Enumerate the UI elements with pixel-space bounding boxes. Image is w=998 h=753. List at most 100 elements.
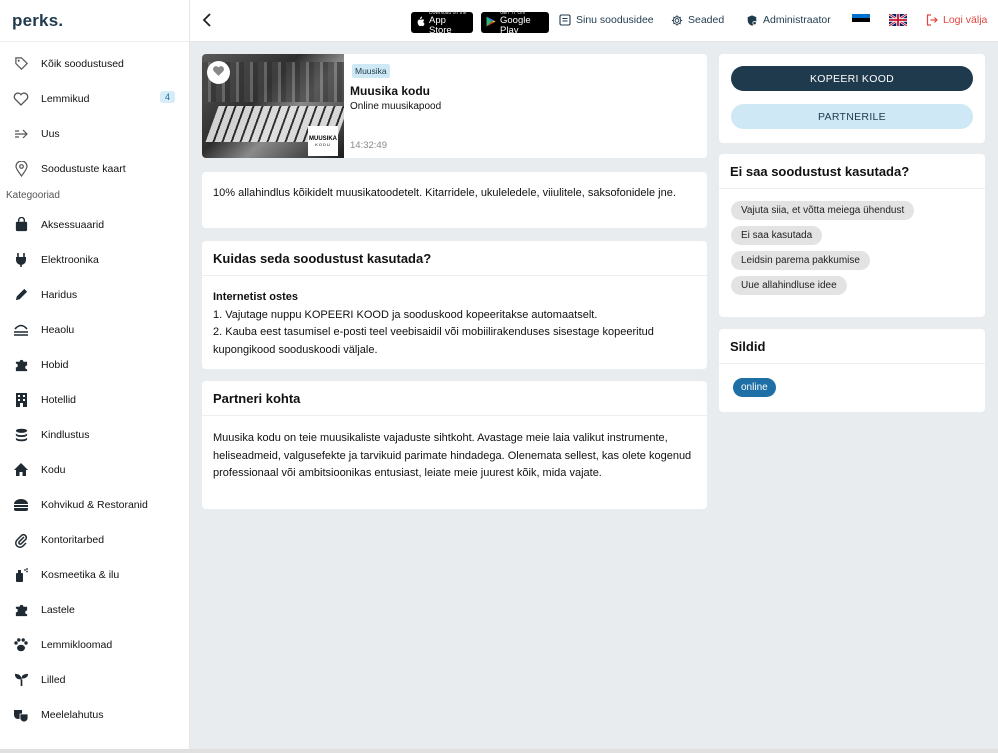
masks-icon bbox=[12, 706, 30, 724]
category-label: Haridus bbox=[41, 288, 78, 301]
category-label: Aksessuaarid bbox=[41, 218, 105, 231]
how-to-use-step: 2. Kauba eest tasumisel e-posti teel vee… bbox=[213, 326, 654, 356]
suggest-deal-label: Sinu soodusidee bbox=[576, 14, 654, 26]
admin-label: Administraator bbox=[763, 14, 831, 26]
category-electronics[interactable]: Elektroonika bbox=[0, 242, 189, 277]
sidebar-item-all-deals[interactable]: Kõik soodustused bbox=[0, 46, 189, 81]
uk-flag-icon[interactable] bbox=[888, 13, 908, 27]
app-store-button[interactable]: Download on the App Store bbox=[411, 10, 473, 36]
google-play-icon bbox=[486, 16, 496, 30]
sidebar-item-new[interactable]: Uus bbox=[0, 116, 189, 151]
bottom-scroll-edge bbox=[0, 749, 998, 753]
category-label: Kohvikud & Restoranid bbox=[41, 498, 148, 511]
arrow-right-icon bbox=[12, 125, 30, 143]
category-home[interactable]: Kodu bbox=[0, 452, 189, 487]
gear-icon bbox=[671, 14, 683, 26]
category-hotels[interactable]: Hotellid bbox=[0, 382, 189, 417]
issue-new-idea-chip[interactable]: Uue allahindluse idee bbox=[731, 276, 847, 295]
category-kids[interactable]: Lastele bbox=[0, 592, 189, 627]
sidebar-item-favorites[interactable]: Lemmikud 4 bbox=[0, 81, 189, 116]
favorites-count-badge: 4 bbox=[159, 91, 175, 103]
shield-user-icon bbox=[746, 14, 758, 26]
heart-icon bbox=[212, 65, 225, 80]
categories-list: Aksessuaarid Elektroonika Haridus Heaolu… bbox=[0, 207, 189, 732]
category-flowers[interactable]: Lilled bbox=[0, 662, 189, 697]
app-logo[interactable]: perks. bbox=[0, 0, 189, 42]
sidebar-item-label: Soodustuste kaart bbox=[41, 162, 126, 175]
document-icon bbox=[559, 14, 571, 26]
deal-title: Muusika kodu bbox=[350, 84, 431, 98]
category-label: Lemmikloomad bbox=[41, 638, 113, 651]
paw-icon bbox=[12, 636, 30, 654]
category-cafes[interactable]: Kohvikud & Restoranid bbox=[0, 487, 189, 522]
deal-image: MUUSIKA KODU bbox=[202, 54, 344, 158]
category-label: Kindlustus bbox=[41, 428, 90, 441]
sidebar-item-label: Uus bbox=[41, 127, 60, 140]
category-insurance[interactable]: Kindlustus bbox=[0, 417, 189, 452]
deal-subtitle: Online muusikapood bbox=[350, 101, 442, 112]
sidebar-item-label: Lemmikud bbox=[41, 92, 90, 105]
issue-options: Vajuta siia, et võtta meiega ühendust Ei… bbox=[719, 189, 985, 295]
suggest-deal-link[interactable]: Sinu soodusidee bbox=[559, 14, 654, 26]
house-icon bbox=[12, 461, 30, 479]
estonian-flag-icon[interactable] bbox=[852, 14, 870, 26]
deal-header-card: MUUSIKA KODU Muusika Muusika kodu Online… bbox=[202, 54, 707, 158]
admin-link[interactable]: Administraator bbox=[746, 14, 831, 26]
burger-icon bbox=[12, 496, 30, 514]
pencil-icon bbox=[12, 286, 30, 304]
partner-logo-subtext: KODU bbox=[315, 141, 331, 147]
google-play-label: Google Play bbox=[500, 14, 531, 36]
building-icon bbox=[12, 391, 30, 409]
app-store-label: App Store bbox=[429, 14, 452, 36]
deal-category-tag[interactable]: Muusika bbox=[352, 64, 390, 78]
partner-about-text: Muusika kodu on teie muusikaliste vajadu… bbox=[213, 432, 692, 479]
how-to-use-step: 1. Vajutage nuppu KOPEERI KOOD ja soodus… bbox=[213, 308, 598, 321]
category-pets[interactable]: Lemmikloomad bbox=[0, 627, 189, 662]
plug-icon bbox=[12, 251, 30, 269]
category-accessories[interactable]: Aksessuaarid bbox=[0, 207, 189, 242]
map-pin-icon bbox=[12, 160, 30, 178]
sidebar-item-map[interactable]: Soodustuste kaart bbox=[0, 151, 189, 186]
how-to-use-body: Internetist ostes 1. Vajutage nuppu KOPE… bbox=[202, 276, 707, 372]
puzzle-icon bbox=[12, 601, 30, 619]
how-to-use-subtitle: Internetist ostes bbox=[213, 291, 298, 303]
how-to-use-card: Kuidas seda soodustust kasutada? Interne… bbox=[202, 241, 707, 369]
issue-contact-chip[interactable]: Vajuta siia, et võtta meiega ühendust bbox=[731, 201, 915, 220]
google-play-button[interactable]: GET IT ON Google Play bbox=[481, 10, 549, 36]
coins-icon bbox=[12, 426, 30, 444]
how-to-use-title: Kuidas seda soodustust kasutada? bbox=[202, 241, 707, 276]
category-label: Elektroonika bbox=[41, 253, 99, 266]
puzzle-icon bbox=[12, 356, 30, 374]
back-arrow-icon[interactable] bbox=[202, 12, 218, 30]
category-wellness[interactable]: Heaolu bbox=[0, 312, 189, 347]
settings-link[interactable]: Seaded bbox=[671, 14, 724, 26]
category-label: Lilled bbox=[41, 673, 66, 686]
deal-actions-card: KOPEERI KOOD PARTNERILE bbox=[719, 54, 985, 143]
category-label: Kosmeetika & ilu bbox=[41, 568, 120, 581]
tag-pill[interactable]: online bbox=[733, 378, 776, 397]
deal-timestamp: 14:32:49 bbox=[350, 140, 387, 151]
category-entertainment[interactable]: Meelelahutus bbox=[0, 697, 189, 732]
category-education[interactable]: Haridus bbox=[0, 277, 189, 312]
category-office-supplies[interactable]: Kontoritarbed bbox=[0, 522, 189, 557]
spray-icon bbox=[12, 566, 30, 584]
issue-cannot-use-chip[interactable]: Ei saa kasutada bbox=[731, 226, 823, 245]
issue-better-offer-chip[interactable]: Leidsin parema pakkumise bbox=[731, 251, 870, 270]
tag-icon bbox=[12, 55, 30, 73]
spa-icon bbox=[12, 321, 30, 339]
category-label: Heaolu bbox=[41, 323, 75, 336]
favorite-toggle-button[interactable] bbox=[207, 61, 230, 84]
copy-code-button[interactable]: KOPEERI KOOD bbox=[731, 66, 973, 91]
category-cosmetics[interactable]: Kosmeetika & ilu bbox=[0, 557, 189, 592]
go-to-partner-button[interactable]: PARTNERILE bbox=[731, 104, 973, 129]
sidebar: perks. Kõik soodustused Lemmikud 4 Uus S bbox=[0, 0, 190, 753]
partner-about-card: Partneri kohta Muusika kodu on teie muus… bbox=[202, 381, 707, 509]
tags-title: Sildid bbox=[719, 329, 985, 364]
category-hobbies[interactable]: Hobid bbox=[0, 347, 189, 382]
category-label: Kodu bbox=[41, 463, 66, 476]
apple-icon bbox=[416, 16, 425, 30]
category-label: Kontoritarbed bbox=[41, 533, 105, 546]
logout-link[interactable]: Logi välja bbox=[926, 14, 987, 26]
sidebar-item-label: Kõik soodustused bbox=[41, 57, 124, 70]
cannot-use-card: Ei saa soodustust kasutada? Vajuta siia,… bbox=[719, 154, 985, 317]
